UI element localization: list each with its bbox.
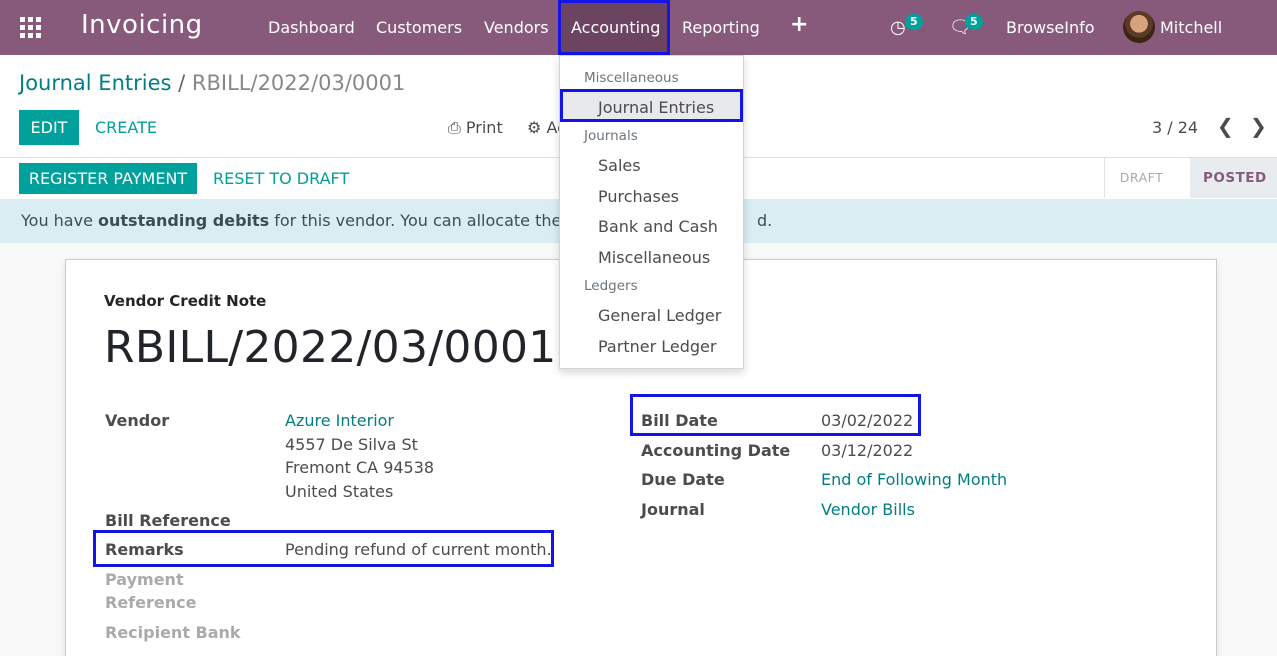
print-label: Print: [465, 118, 503, 137]
accounting-dropdown-menu: Miscellaneous Journal Entries Journals S…: [559, 55, 744, 369]
accounting-date-value[interactable]: 03/12/2022: [821, 441, 913, 460]
user-avatar[interactable]: [1123, 11, 1155, 43]
register-payment-button[interactable]: REGISTER PAYMENT: [19, 163, 197, 194]
pager-value[interactable]: 3 / 24: [1152, 118, 1198, 137]
menu-item-purchases[interactable]: Purchases: [598, 187, 679, 206]
breadcrumb-journal-entries[interactable]: Journal Entries: [19, 71, 171, 95]
vendor-label: Vendor: [105, 411, 170, 430]
vendor-link[interactable]: Azure Interior: [285, 411, 394, 430]
menu-item-sales[interactable]: Sales: [598, 156, 641, 175]
alert-suffix: d.: [756, 211, 773, 230]
nav-vendors[interactable]: Vendors: [484, 0, 549, 55]
status-draft[interactable]: DRAFT: [1104, 158, 1190, 198]
menu-item-miscellaneous[interactable]: Miscellaneous: [598, 248, 710, 267]
menu-item-general-ledger[interactable]: General Ledger: [598, 306, 721, 325]
company-switcher[interactable]: BrowseInfo: [1006, 0, 1095, 55]
user-menu[interactable]: Mitchell Admin: [1160, 0, 1277, 92]
gear-icon: ⚙: [527, 118, 542, 137]
nav-dashboard[interactable]: Dashboard: [268, 0, 355, 55]
print-button[interactable]: ⎙ Print: [448, 118, 503, 138]
reset-to-draft-button[interactable]: RESET TO DRAFT: [213, 169, 349, 188]
recipient-bank-label: Recipient Bank: [105, 623, 241, 642]
nav-customers[interactable]: Customers: [376, 0, 462, 55]
message-count-badge: 5: [965, 14, 983, 30]
payment-reference-label-line2: Reference: [105, 593, 197, 612]
menu-item-journal-entries[interactable]: Journal Entries: [598, 98, 714, 117]
journal-label: Journal: [641, 500, 705, 519]
accounting-date-label: Accounting Date: [641, 441, 791, 460]
bill-reference-label: Bill Reference: [105, 511, 231, 530]
vendor-street: 4557 De Silva St: [285, 435, 418, 454]
activity-clock-icon[interactable]: ◷: [890, 0, 906, 55]
alert-prefix: You have: [21, 211, 99, 230]
dropdown-header-ledgers: Ledgers: [584, 278, 638, 294]
edit-button[interactable]: EDIT: [19, 110, 79, 145]
alert-middle: for this vendor. You can allocate them: [269, 211, 577, 230]
due-date-value[interactable]: End of Following Month: [821, 470, 1007, 489]
alert-bold: outstanding debits: [98, 211, 270, 230]
pager-next-icon[interactable]: ❯: [1250, 114, 1267, 138]
app-name[interactable]: Invoicing: [81, 10, 203, 40]
breadcrumb-separator: /: [178, 71, 186, 95]
vendor-city: Fremont CA 94538: [285, 458, 435, 477]
remarks-label: Remarks: [105, 540, 184, 559]
menu-item-partner-ledger[interactable]: Partner Ledger: [598, 337, 716, 356]
printer-icon: ⎙: [448, 118, 461, 137]
status-bar: DRAFT POSTED: [1104, 158, 1277, 198]
due-date-label: Due Date: [641, 470, 725, 489]
vendor-country: United States: [285, 482, 394, 501]
nav-accounting[interactable]: Accounting: [558, 0, 670, 55]
status-posted[interactable]: POSTED: [1178, 158, 1277, 198]
document-name: RBILL/2022/03/0001: [104, 322, 557, 373]
dropdown-header-miscellaneous: Miscellaneous: [584, 70, 679, 86]
dropdown-header-journals: Journals: [584, 128, 638, 144]
payment-reference-label-line1: Payment: [105, 570, 184, 589]
breadcrumb-current: RBILL/2022/03/0001: [191, 71, 406, 95]
remarks-value[interactable]: Pending refund of current month.: [285, 540, 552, 559]
menu-item-bank-and-cash[interactable]: Bank and Cash: [598, 217, 718, 236]
create-button[interactable]: CREATE: [95, 118, 157, 137]
nav-reporting[interactable]: Reporting: [682, 0, 760, 55]
apps-menu-icon[interactable]: [20, 17, 41, 38]
top-navbar: Invoicing Dashboard Customers Vendors Ac…: [0, 0, 1277, 92]
bill-date-label: Bill Date: [641, 411, 718, 430]
activity-count-badge: 5: [905, 14, 923, 30]
bill-date-value[interactable]: 03/02/2022: [821, 411, 913, 430]
pager-previous-icon[interactable]: ❮: [1217, 114, 1234, 138]
journal-value[interactable]: Vendor Bills: [821, 500, 915, 519]
breadcrumb: Journal Entries / RBILL/2022/03/0001: [19, 71, 405, 95]
quick-create-plus-icon[interactable]: +: [790, 12, 808, 37]
document-type: Vendor Credit Note: [104, 292, 267, 310]
